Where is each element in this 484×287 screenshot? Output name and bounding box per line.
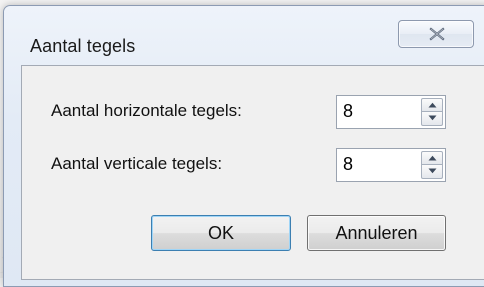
dialog-title: Aantal tegels xyxy=(30,36,136,56)
close-icon xyxy=(429,27,445,41)
vertical-tiles-increment[interactable] xyxy=(421,151,443,165)
horizontal-tiles-spinner[interactable]: 8 xyxy=(336,95,446,129)
horizontal-tiles-spin-buttons xyxy=(421,98,443,126)
close-button[interactable] xyxy=(398,20,474,48)
horizontal-tiles-decrement[interactable] xyxy=(421,112,443,126)
vertical-tiles-decrement[interactable] xyxy=(421,165,443,179)
spin-up-arrow-icon xyxy=(428,155,437,161)
vertical-tiles-value[interactable]: 8 xyxy=(343,154,353,175)
spin-down-arrow-icon xyxy=(428,168,437,174)
horizontal-tiles-increment[interactable] xyxy=(421,98,443,112)
vertical-tiles-label: Aantal verticale tegels: xyxy=(51,154,223,173)
ok-button[interactable]: OK xyxy=(151,215,291,251)
vertical-tiles-spinner[interactable]: 8 xyxy=(336,148,446,182)
spin-down-arrow-icon xyxy=(428,115,437,121)
vertical-tiles-spin-buttons xyxy=(421,151,443,179)
cancel-button[interactable]: Annuleren xyxy=(307,215,446,251)
dialog-body: Aantal horizontale tegels: 8 Aantal vert… xyxy=(21,65,484,280)
spin-up-arrow-icon xyxy=(428,102,437,108)
horizontal-tiles-value[interactable]: 8 xyxy=(343,101,353,122)
horizontal-tiles-label: Aantal horizontale tegels: xyxy=(51,101,242,120)
